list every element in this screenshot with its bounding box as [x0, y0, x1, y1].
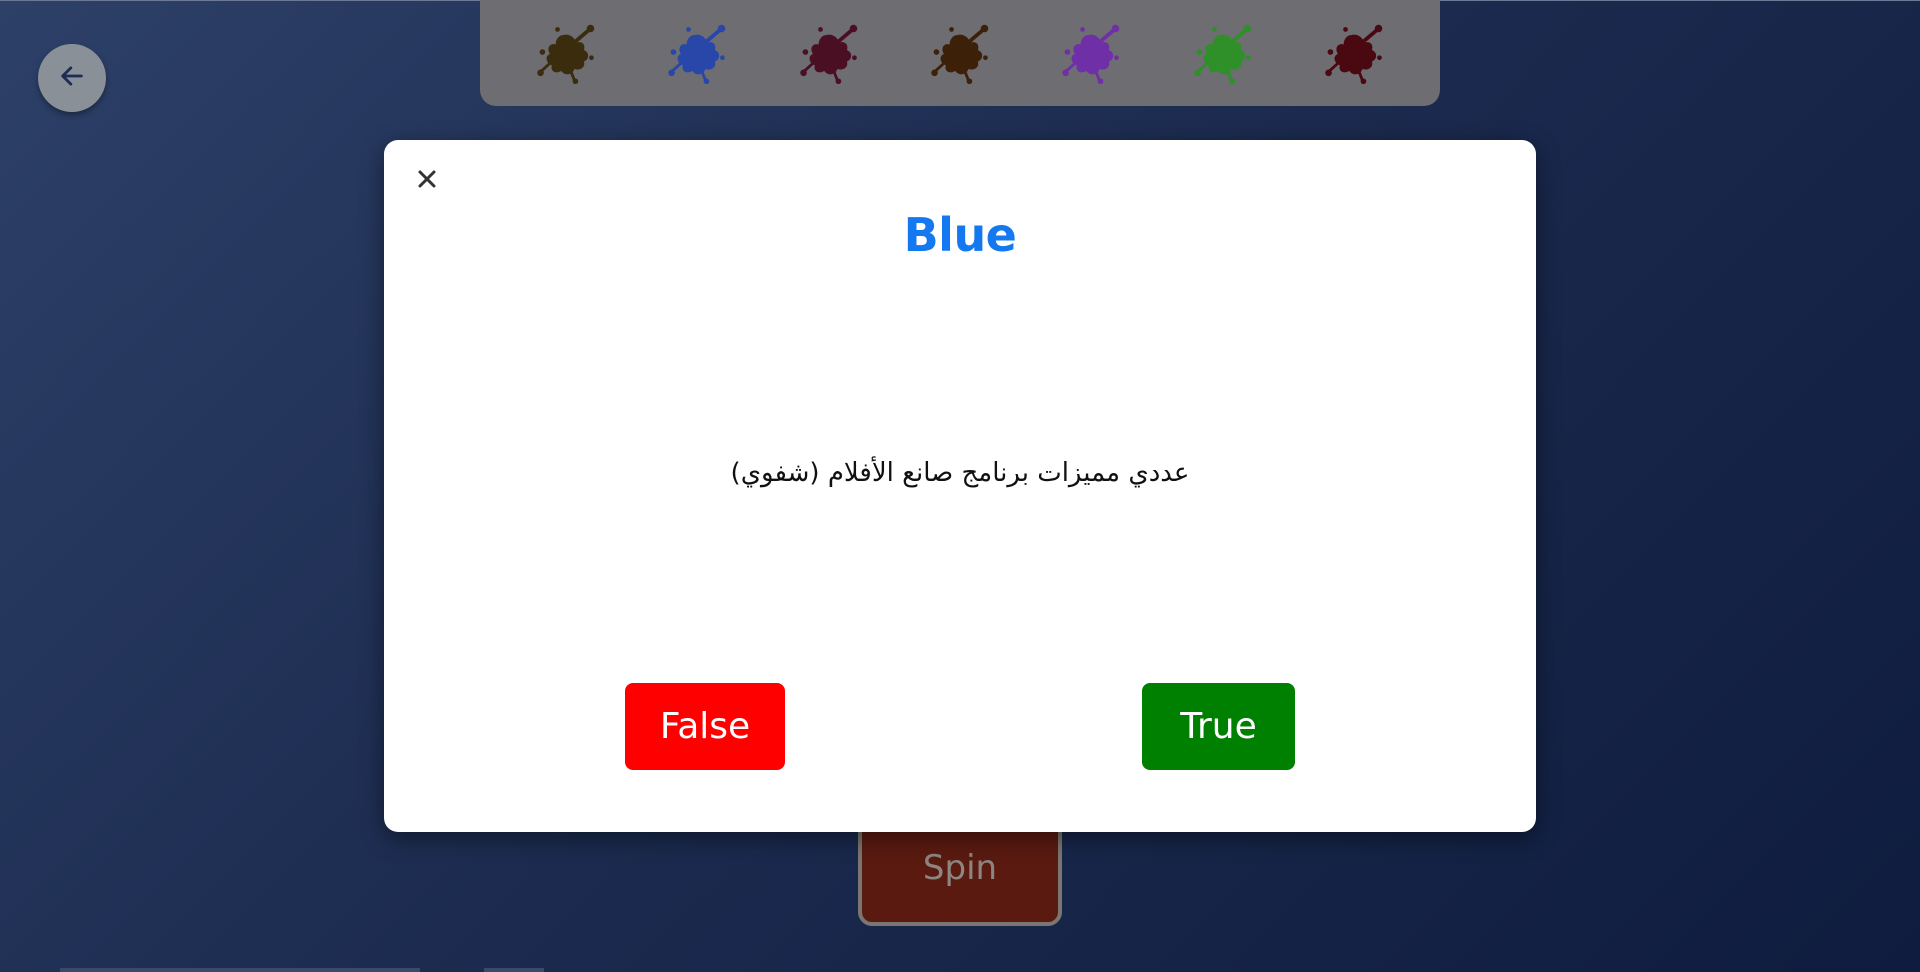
- paint-splat-icon[interactable]: [927, 20, 993, 86]
- paint-splat-icon[interactable]: [664, 20, 730, 86]
- close-button[interactable]: [412, 166, 442, 196]
- bottom-strip: [60, 968, 420, 972]
- arrow-left-icon: [58, 62, 86, 94]
- question-text: عددي مميزات برنامج صانع الأفلام (شفوي): [730, 458, 1190, 488]
- paint-splat-icon[interactable]: [796, 20, 862, 86]
- spin-label: Spin: [922, 848, 998, 888]
- paint-splat-icon[interactable]: [1190, 20, 1256, 86]
- bottom-strip: [484, 968, 544, 972]
- modal-title: Blue: [903, 208, 1017, 262]
- color-splat-bar: [480, 0, 1440, 106]
- true-button[interactable]: True: [1142, 683, 1295, 770]
- false-button[interactable]: False: [625, 683, 785, 770]
- paint-splat-icon[interactable]: [1321, 20, 1387, 86]
- paint-splat-icon[interactable]: [1058, 20, 1124, 86]
- back-button[interactable]: [38, 44, 106, 112]
- paint-splat-icon[interactable]: [533, 20, 599, 86]
- question-modal: Blue عددي مميزات برنامج صانع الأفلام (شف…: [384, 140, 1536, 832]
- close-icon: [417, 169, 437, 193]
